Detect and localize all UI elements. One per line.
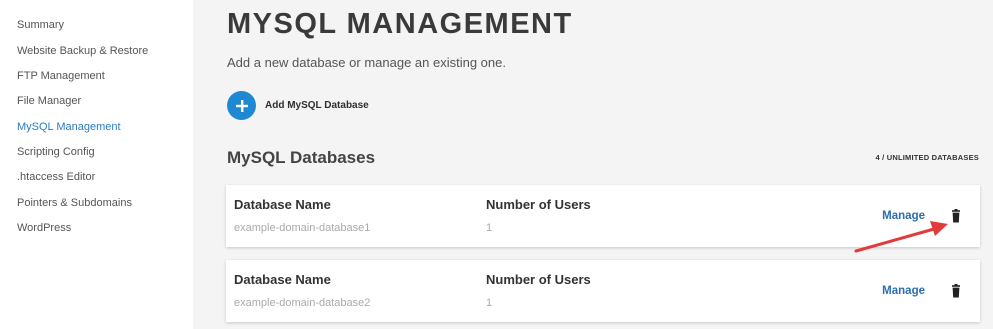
add-mysql-database-label[interactable]: Add MySQL Database [265,100,369,111]
database-name-header: Database Name [234,197,331,212]
database-card: Database Name example-domain-database1 N… [226,185,980,247]
page: Summary Website Backup & Restore FTP Man… [0,0,993,329]
sidebar-item-htaccess-editor[interactable]: .htaccess Editor [17,171,95,183]
database-name-header: Database Name [234,272,331,287]
sidebar-item-website-backup-restore[interactable]: Website Backup & Restore [17,45,148,57]
trash-icon[interactable] [949,284,963,298]
add-mysql-database-button[interactable]: Add MySQL Database [227,91,369,120]
sidebar-item-ftp-management[interactable]: FTP Management [17,70,105,82]
database-count: 4 / UNLIMITED DATABASES [875,153,979,162]
page-title: MYSQL MANAGEMENT [227,8,573,40]
sidebar-item-file-manager[interactable]: File Manager [17,95,81,107]
sidebar-item-summary[interactable]: Summary [17,19,64,31]
manage-link[interactable]: Manage [882,285,925,297]
number-of-users-header: Number of Users [486,272,591,287]
sidebar-item-mysql-management[interactable]: MySQL Management [17,121,121,133]
sidebar-item-wordpress[interactable]: WordPress [17,222,71,234]
manage-link[interactable]: Manage [882,210,925,222]
plus-icon[interactable] [227,91,256,120]
main-content: MYSQL MANAGEMENT Add a new database or m… [193,0,993,329]
database-name-value: example-domain-database2 [234,297,371,309]
sidebar-item-pointers-subdomains[interactable]: Pointers & Subdomains [17,197,132,209]
number-of-users-header: Number of Users [486,197,591,212]
section-title: MySQL Databases [227,148,376,167]
database-name-value: example-domain-database1 [234,222,371,234]
trash-icon[interactable] [949,209,963,223]
database-card: Database Name example-domain-database2 N… [226,260,980,322]
sidebar-item-scripting-config[interactable]: Scripting Config [17,146,95,158]
number-of-users-value: 1 [486,222,493,234]
sidebar: Summary Website Backup & Restore FTP Man… [0,0,193,329]
page-subtitle: Add a new database or manage an existing… [227,55,506,70]
number-of-users-value: 1 [486,297,493,309]
